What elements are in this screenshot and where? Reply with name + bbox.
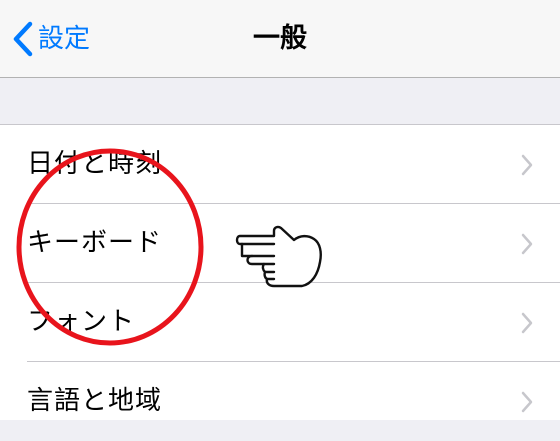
section-spacer	[0, 78, 560, 124]
settings-item-fonts[interactable]: フォント	[0, 283, 560, 362]
chevron-right-icon	[520, 390, 534, 414]
settings-item-label: キーボード	[27, 228, 163, 258]
settings-item-date-time[interactable]: 日付と時刻	[0, 125, 560, 204]
settings-item-label: 言語と地域	[27, 386, 163, 416]
chevron-right-icon	[520, 311, 534, 335]
settings-item-language-region[interactable]: 言語と地域	[0, 362, 560, 441]
page-title: 一般	[253, 23, 307, 54]
navigation-bar: 設定 一般	[0, 0, 560, 78]
settings-list: 日付と時刻 キーボード フォント 言語と地域	[0, 124, 560, 420]
settings-item-label: フォント	[27, 307, 136, 337]
chevron-right-icon	[520, 232, 534, 256]
chevron-right-icon	[520, 153, 534, 177]
settings-item-label: 日付と時刻	[27, 149, 163, 179]
settings-item-keyboard[interactable]: キーボード	[0, 204, 560, 283]
